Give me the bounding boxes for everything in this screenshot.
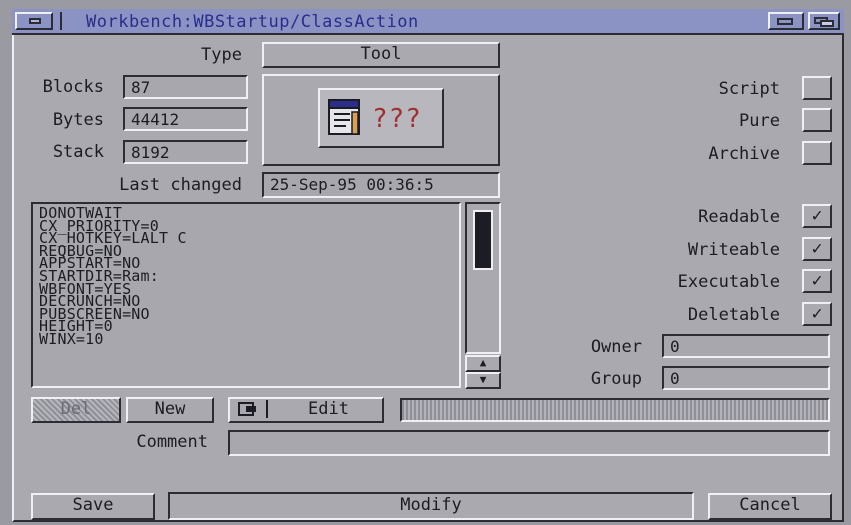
title-separator [60, 12, 62, 30]
tooltype-edit-field [400, 398, 830, 422]
zoom-icon [777, 18, 793, 25]
owner-input[interactable]: 0 [662, 334, 830, 358]
pure-checkbox[interactable] [802, 108, 832, 132]
edit-separator [266, 400, 268, 418]
scroll-up-arrow[interactable]: ▲ [465, 355, 501, 372]
owner-label: Owner [590, 337, 642, 357]
blocks-label: Blocks [42, 77, 104, 97]
deletable-label: Deletable [687, 305, 780, 325]
group-label: Group [590, 369, 642, 389]
cancel-button[interactable]: Cancel [708, 493, 832, 520]
type-label: Type [201, 45, 242, 65]
modify-status: Modify [168, 492, 694, 520]
del-button[interactable]: Del [31, 397, 121, 423]
stack-input[interactable]: 8192 [123, 140, 248, 164]
writeable-label: Writeable [687, 240, 780, 260]
bytes-label: Bytes [52, 110, 104, 130]
list-item[interactable]: WINX=10 [33, 332, 459, 347]
executable-checkbox[interactable]: ✓ [802, 269, 832, 293]
pure-label: Pure [739, 111, 780, 131]
title-bar[interactable]: Workbench:WBStartup/ClassAction [12, 9, 844, 35]
tooltypes-scrollbar[interactable] [465, 202, 501, 354]
last-changed-value: 25-Sep-95 00:36:5 [262, 172, 500, 198]
depth-front-icon [820, 20, 834, 27]
close-gadget[interactable] [15, 12, 53, 30]
comment-input[interactable] [228, 430, 830, 456]
writeable-checkbox[interactable]: ✓ [802, 237, 832, 261]
window-title: Workbench:WBStartup/ClassAction [86, 12, 419, 32]
tool-icon[interactable]: ??? [318, 88, 444, 148]
new-button[interactable]: New [126, 397, 214, 423]
close-icon [29, 18, 41, 24]
tooltypes-list[interactable]: DONOTWAIT CX_PRIORITY=0 CX_HOTKEY=LALT C… [31, 202, 461, 388]
scroll-down-arrow[interactable]: ▼ [465, 372, 501, 389]
last-changed-label: Last changed [119, 175, 242, 195]
scrollbar-knob[interactable] [473, 210, 493, 270]
archive-label: Archive [708, 144, 780, 164]
blocks-value: 87 [123, 75, 248, 99]
edit-label: Edit [308, 399, 349, 419]
group-input[interactable]: 0 [662, 366, 830, 390]
depth-gadget[interactable] [808, 12, 840, 30]
notepad-icon [328, 99, 360, 135]
executable-label: Executable [677, 272, 780, 292]
archive-checkbox[interactable] [802, 141, 832, 165]
readable-checkbox[interactable]: ✓ [802, 204, 832, 228]
deletable-checkbox[interactable]: ✓ [802, 302, 832, 326]
save-button[interactable]: Save [31, 493, 155, 520]
zoom-gadget[interactable] [768, 12, 804, 30]
stack-label: Stack [52, 142, 104, 162]
comment-label: Comment [136, 432, 208, 452]
type-value: Tool [262, 42, 500, 68]
unknown-type-marks: ??? [372, 104, 422, 134]
edit-icon [238, 402, 256, 416]
edit-button[interactable]: Edit [228, 397, 384, 423]
bytes-value: 44412 [123, 107, 248, 131]
script-label: Script [718, 79, 780, 99]
script-checkbox[interactable] [802, 76, 832, 100]
readable-label: Readable [698, 207, 780, 227]
